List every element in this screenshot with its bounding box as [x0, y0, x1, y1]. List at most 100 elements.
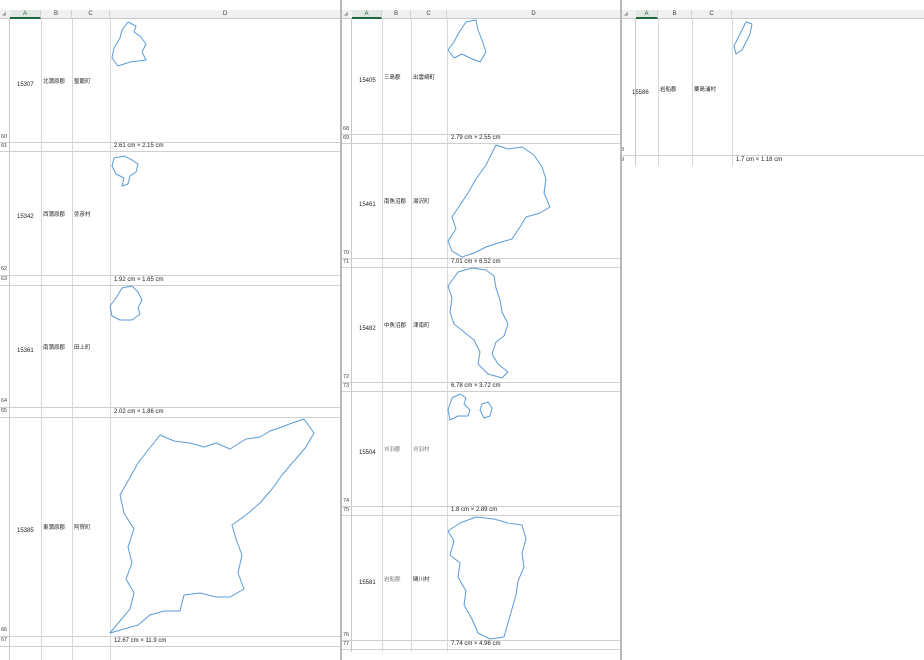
town-cell[interactable]: 湯沢町	[413, 197, 430, 205]
column-header-c[interactable]: C	[72, 10, 110, 19]
district-cell[interactable]: 南蒲原郡	[43, 343, 65, 351]
sheet-empty-area	[622, 166, 924, 660]
row-number[interactable]: 61	[1, 143, 7, 149]
grid-line	[41, 19, 42, 660]
sheet-pane-middle[interactable]: ◢ A B C D 68 69 15405 三島郡 出雲崎町 2.79 cm ×…	[342, 0, 620, 660]
shape-size-cell[interactable]: 1.7 cm × 1.18 cm	[736, 157, 782, 163]
shape-size-cell[interactable]: 6.78 cm × 3.72 cm	[451, 383, 501, 389]
district-cell[interactable]: 刈羽郡	[384, 445, 401, 453]
map-shape-outline[interactable]	[446, 515, 528, 641]
column-header-a[interactable]: A	[352, 10, 382, 19]
sheet-pane-left[interactable]: ◢ A B C D 60 61 15307 北蒲原郡 聖籠町 2.61 cm ×…	[0, 0, 340, 660]
column-header-d[interactable]	[732, 10, 924, 19]
shape-size-cell[interactable]: 1.8 cm × 2.89 cm	[451, 507, 497, 513]
shape-size-cell[interactable]: 2.79 cm × 2.55 cm	[451, 135, 501, 141]
row-number[interactable]: 74	[343, 498, 349, 504]
grid-line	[0, 646, 340, 647]
row-number[interactable]: 75	[343, 507, 349, 513]
district-cell[interactable]: 中魚沼郡	[384, 321, 406, 329]
grid-line	[622, 155, 924, 156]
municipality-code-cell[interactable]: 15581	[359, 580, 376, 586]
column-header-c[interactable]: C	[692, 10, 732, 19]
municipality-code-cell[interactable]: 15586	[632, 90, 649, 96]
shape-size-cell[interactable]: 2.61 cm × 2.15 cm	[114, 143, 164, 149]
municipality-code-cell[interactable]: 15461	[359, 202, 376, 208]
district-cell[interactable]: 岩船郡	[660, 85, 677, 93]
municipality-code-cell[interactable]: 15405	[359, 78, 376, 84]
shape-size-cell[interactable]: 7.74 cm × 4.96 cm	[451, 641, 501, 647]
grid-line	[0, 285, 340, 286]
district-cell[interactable]: 北蒲原郡	[43, 77, 65, 85]
town-cell[interactable]: 刈羽村	[413, 445, 430, 453]
grid-line	[342, 649, 620, 650]
select-all-corner[interactable]: ◢	[344, 10, 348, 19]
row-number[interactable]: 62	[1, 266, 7, 272]
town-cell[interactable]: 田上町	[74, 343, 91, 351]
town-cell[interactable]: 津南町	[413, 321, 430, 329]
town-cell[interactable]: 聖籠町	[74, 77, 91, 85]
map-shape-outline[interactable]	[446, 266, 512, 380]
municipality-code-cell[interactable]: 15385	[17, 528, 34, 534]
column-header-d[interactable]: D	[110, 10, 340, 19]
row-number[interactable]: 77	[343, 641, 349, 647]
municipality-code-cell[interactable]: 15361	[17, 348, 34, 354]
column-header-b[interactable]: B	[41, 10, 72, 19]
district-cell[interactable]: 岩船郡	[384, 575, 401, 583]
shape-size-cell[interactable]: 2.02 cm × 1.86 cm	[114, 409, 164, 415]
row-number[interactable]: 66	[1, 627, 7, 633]
map-shape-outline[interactable]	[446, 392, 496, 422]
district-cell[interactable]: 南魚沼郡	[384, 197, 406, 205]
row-number[interactable]: 8	[622, 147, 624, 153]
shape-size-cell[interactable]: 1.92 cm × 1.65 cm	[114, 277, 164, 283]
town-cell[interactable]: 粟島浦村	[694, 85, 716, 93]
row-number[interactable]: 67	[1, 637, 7, 643]
map-shape-outline[interactable]	[446, 18, 488, 66]
district-cell[interactable]: 東蒲原郡	[43, 523, 65, 531]
row-number[interactable]: 60	[1, 134, 7, 140]
district-cell[interactable]: 西蒲原郡	[43, 210, 65, 218]
grid-line	[0, 636, 340, 637]
row-number[interactable]: 73	[343, 383, 349, 389]
town-cell[interactable]: 関川村	[413, 575, 430, 583]
column-header-c[interactable]: C	[411, 10, 447, 19]
sheet-pane-right[interactable]: ◢ A B C 8 9 15586 岩船郡 粟島浦村 1.7 cm × 1.18…	[622, 0, 924, 660]
column-header-b[interactable]: B	[382, 10, 411, 19]
grid-line	[0, 151, 340, 152]
municipality-code-cell[interactable]: 15342	[17, 214, 34, 220]
column-header-bar: ◢ A B C D	[0, 10, 340, 19]
column-header-a[interactable]: A	[636, 10, 658, 19]
grid-line	[0, 275, 340, 276]
grid-line	[72, 19, 73, 660]
row-number[interactable]: 64	[1, 398, 7, 404]
map-shape-outline[interactable]	[108, 284, 146, 324]
select-all-corner[interactable]: ◢	[624, 10, 628, 19]
row-number[interactable]: 70	[343, 250, 349, 256]
district-cell[interactable]: 三島郡	[384, 73, 401, 81]
grid-line	[382, 19, 383, 660]
row-number[interactable]: 72	[343, 374, 349, 380]
town-cell[interactable]: 出雲崎町	[413, 73, 435, 81]
municipality-code-cell[interactable]: 15482	[359, 326, 376, 332]
grid-line	[0, 407, 340, 408]
map-shape-outline[interactable]	[446, 143, 554, 259]
row-number[interactable]: 65	[1, 408, 7, 414]
town-cell[interactable]: 阿賀町	[74, 523, 91, 531]
map-shape-outline[interactable]	[732, 20, 758, 56]
municipality-code-cell[interactable]: 15504	[359, 450, 376, 456]
select-all-corner[interactable]: ◢	[2, 10, 6, 19]
shape-size-cell[interactable]: 7.01 cm × 6.52 cm	[451, 259, 501, 265]
map-shape-outline[interactable]	[108, 417, 318, 635]
row-number[interactable]: 9	[622, 157, 624, 163]
map-shape-outline[interactable]	[110, 154, 142, 190]
row-number[interactable]: 69	[343, 135, 349, 141]
row-number[interactable]: 76	[343, 632, 349, 638]
column-header-b[interactable]: B	[658, 10, 692, 19]
row-number[interactable]: 68	[343, 126, 349, 132]
town-cell[interactable]: 弥彦村	[74, 210, 91, 218]
row-number[interactable]: 71	[343, 259, 349, 265]
map-shape-outline[interactable]	[110, 20, 150, 68]
shape-size-cell[interactable]: 12.67 cm × 11.9 cm	[114, 638, 166, 644]
municipality-code-cell[interactable]: 15307	[17, 82, 34, 88]
column-header-a[interactable]: A	[10, 10, 41, 19]
row-number[interactable]: 63	[1, 276, 7, 282]
